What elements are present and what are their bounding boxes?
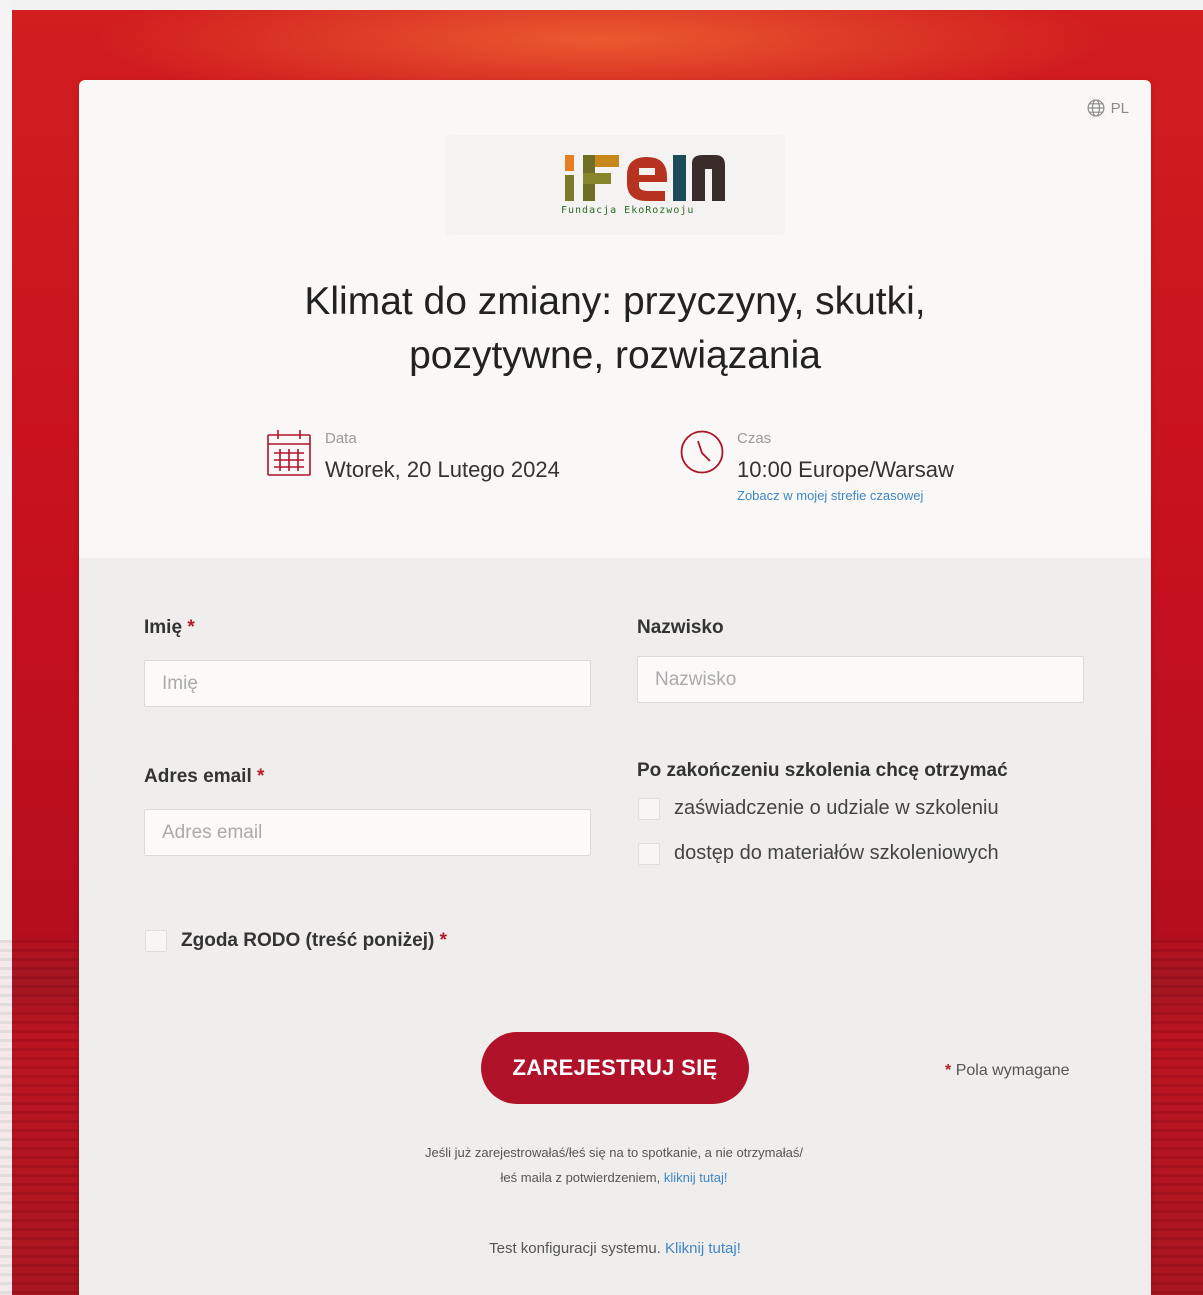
system-test-note: Test konfiguracji systemu. Kliknij tutaj…	[79, 1240, 1151, 1257]
timezone-link[interactable]: Zobacz w mojej strefie czasowej	[737, 488, 923, 503]
email-label-text: Adres email	[144, 766, 252, 787]
first-name-input[interactable]	[144, 660, 591, 707]
required-asterisk: *	[439, 930, 448, 951]
email-label: Adres email *	[144, 766, 264, 788]
organization-logo: Fundacja EkoRozwoju	[445, 135, 785, 235]
required-fields-note: * Pola wymagane	[945, 1062, 1070, 1080]
certificate-checkbox-label[interactable]: zaświadczenie o udziale w szkoleniu	[674, 797, 999, 820]
option-materials-row[interactable]: dostęp do materiałów szkoleniowych	[638, 842, 999, 865]
last-name-label: Nazwisko	[637, 617, 724, 638]
calendar-icon	[267, 430, 311, 476]
materials-checkbox[interactable]	[638, 842, 660, 865]
required-asterisk: *	[187, 617, 195, 638]
register-button[interactable]: ZAREJESTRUJ SIĘ	[481, 1032, 749, 1104]
registration-card: PL Fundacja EkoRozwoju Klimat do zmiany:…	[79, 80, 1151, 1295]
required-asterisk: *	[945, 1062, 952, 1079]
required-fields-text: Pola wymagane	[955, 1062, 1070, 1079]
event-title: Klimat do zmiany: przyczyny, skutki, poz…	[79, 275, 1151, 383]
required-asterisk: *	[257, 766, 265, 787]
gdpr-checkbox-label[interactable]: Zgoda RODO (treść poniżej) *	[181, 930, 447, 952]
language-label[interactable]: PL	[1111, 100, 1129, 117]
system-test-link[interactable]: Kliknij tutaj!	[665, 1240, 741, 1257]
time-value: 10:00 Europe/Warsaw	[737, 457, 954, 482]
logo-mark	[565, 155, 725, 201]
date-label: Data	[325, 430, 357, 447]
globe-icon	[1087, 99, 1105, 117]
certificate-checkbox[interactable]	[638, 797, 660, 820]
event-title-line-1: Klimat do zmiany: przyczyny, skutki,	[304, 280, 926, 323]
first-name-label-text: Imię	[144, 617, 183, 638]
option-certificate-row[interactable]: zaświadczenie o udziale w szkoleniu	[638, 797, 999, 820]
after-training-label: Po zakończeniu szkolenia chcę otrzymać	[637, 760, 1008, 781]
event-info-section: PL Fundacja EkoRozwoju Klimat do zmiany:…	[79, 80, 1151, 558]
resend-text: Jeśli już zarejestrowałaś/łeś się na to …	[425, 1145, 803, 1185]
screen-edge-top	[0, 0, 1203, 10]
materials-checkbox-label[interactable]: dostęp do materiałów szkoleniowych	[674, 842, 999, 865]
resend-confirmation-note: Jeśli już zarejestrowałaś/łeś się na to …	[419, 1140, 809, 1190]
gdpr-consent-row[interactable]: Zgoda RODO (treść poniżej) *	[145, 930, 447, 952]
system-test-text: Test konfiguracji systemu.	[489, 1240, 661, 1257]
event-title-line-2: pozytywne, rozwiązania	[409, 334, 821, 377]
resend-link[interactable]: kliknij tutaj!	[664, 1170, 728, 1185]
clock-icon	[680, 430, 724, 474]
last-name-input[interactable]	[637, 656, 1084, 703]
logo-subtitle: Fundacja EkoRozwoju	[561, 205, 695, 216]
gdpr-label-text: Zgoda RODO (treść poniżej)	[181, 930, 435, 951]
date-value: Wtorek, 20 Lutego 2024	[325, 457, 560, 482]
gdpr-checkbox[interactable]	[145, 930, 167, 952]
first-name-label: Imię *	[144, 617, 195, 639]
language-selector[interactable]: PL	[1086, 98, 1129, 118]
email-input[interactable]	[144, 809, 591, 856]
time-label: Czas	[737, 430, 772, 447]
